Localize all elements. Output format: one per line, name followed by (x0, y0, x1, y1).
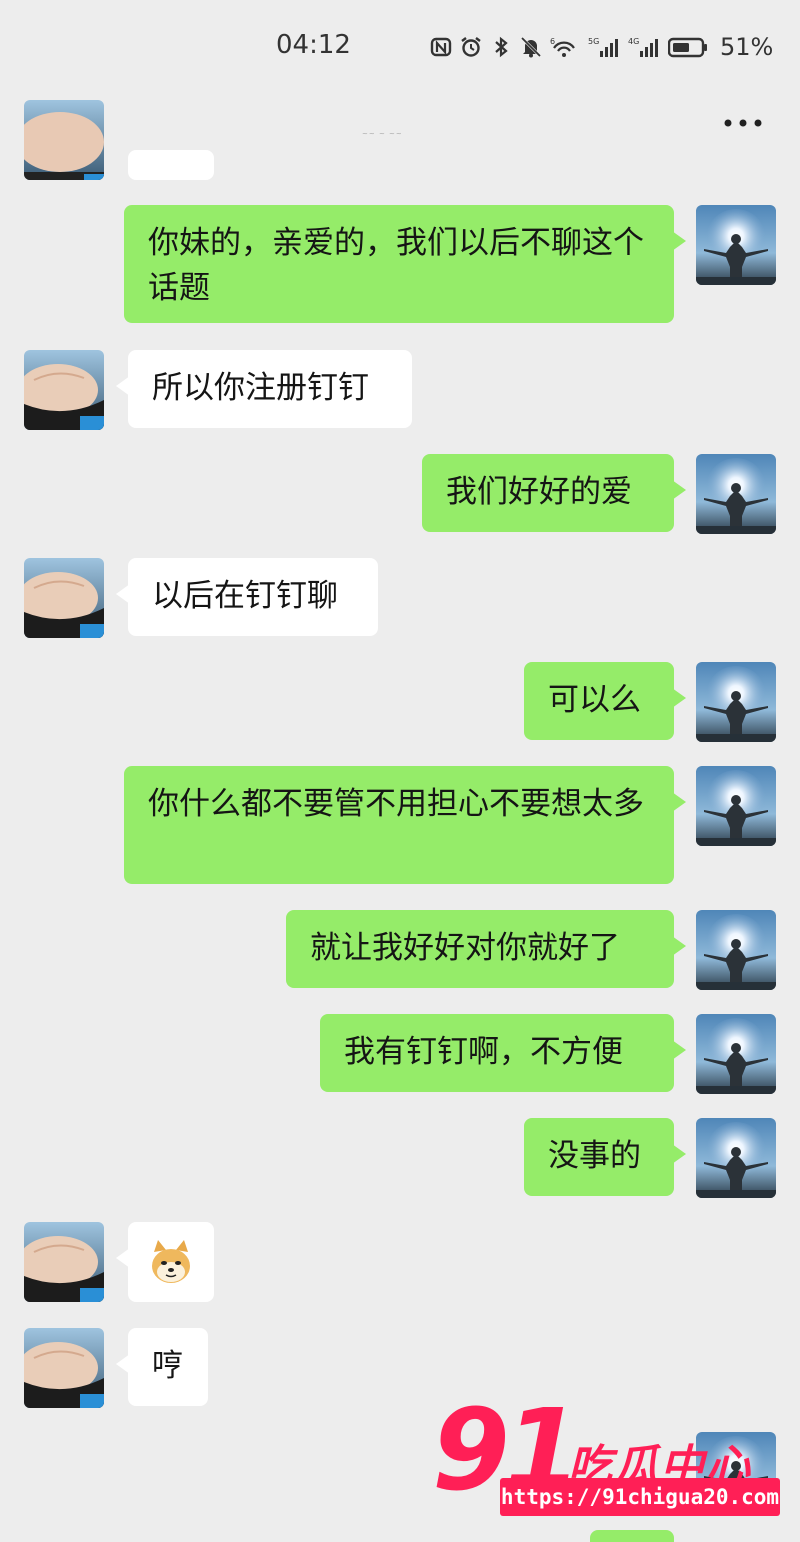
status-bar: 04:12 6 5G 4G 51% (0, 0, 800, 92)
message-bubble-sent: 没事的 (524, 1118, 686, 1196)
message-text: 你妹的，亲爱的，我们以后不聊这个话题 (148, 225, 644, 306)
message-bubble-sent: 就让我好好对你就好了 (286, 910, 686, 988)
message-bubble-sent: 我们好好的爱 (422, 454, 686, 532)
signal-5g-icon: 5G (588, 36, 620, 58)
avatar-self[interactable] (696, 205, 776, 285)
message-text: 可以么 (548, 682, 641, 718)
wifi-icon: 6 (550, 36, 580, 58)
nfc-icon (430, 36, 452, 58)
avatar-contact[interactable] (24, 558, 104, 638)
message-bubble-received: 哼 (116, 1328, 208, 1406)
avatar-contact[interactable] (24, 350, 104, 430)
watermark-url: https://91chigua20.com (500, 1478, 780, 1516)
avatar-contact[interactable] (24, 1328, 104, 1408)
avatar-contact[interactable] (24, 1222, 104, 1302)
more-button[interactable] (718, 108, 768, 138)
mute-bell-icon (520, 36, 542, 58)
avatar-contact[interactable] (24, 100, 104, 180)
message-text: 以后在钉钉聊 (152, 578, 338, 614)
battery-percent: 51% (720, 33, 774, 61)
svg-text:6: 6 (550, 37, 555, 46)
message-text: 没事的 (548, 1138, 641, 1174)
message-text: 我有钉钉啊，不方便 (344, 1034, 623, 1070)
svg-text:4G: 4G (628, 37, 639, 46)
message-bubble-sent: 你妹的，亲爱的，我们以后不聊这个话题 (124, 205, 686, 323)
message-text: 就让我好好对你就好了 (310, 930, 620, 966)
signal-4g-icon: 4G (628, 36, 660, 58)
message-bubble-received: 以后在钉钉聊 (116, 558, 378, 636)
watermark: 91 吃瓜中心 https://91chigua20.com (430, 1386, 790, 1542)
doge-emoji-icon (152, 1240, 190, 1283)
message-bubble-sent: 可以么 (524, 662, 686, 740)
message-text: 你什么都不要管不用担心不要想太多 (148, 786, 644, 822)
avatar-self[interactable] (696, 1118, 776, 1198)
chat-title: ~~ ~ ~~ (362, 130, 403, 138)
battery-icon (668, 36, 708, 58)
message-bubble-received (116, 1222, 214, 1302)
avatar-self[interactable] (696, 454, 776, 534)
message-bubble-received: 所以你注册钉钉 (116, 350, 412, 428)
avatar-self[interactable] (696, 766, 776, 846)
status-icons: 6 5G 4G 51% (430, 32, 773, 62)
message-text: 我们好好的爱 (446, 474, 632, 510)
message-text: 哼 (152, 1348, 183, 1384)
bluetooth-icon (490, 36, 512, 58)
avatar-self[interactable] (696, 1014, 776, 1094)
message-text: 所以你注册钉钉 (152, 370, 369, 406)
status-time: 04:12 (276, 30, 351, 60)
chat-header: ~~ ~ ~~ (0, 92, 800, 162)
avatar-self[interactable] (696, 662, 776, 742)
message-partial (128, 150, 214, 180)
alarm-icon (460, 36, 482, 58)
message-bubble-sent: 你什么都不要管不用担心不要想太多 (124, 766, 686, 884)
avatar-self[interactable] (696, 910, 776, 990)
net1-label: 5G (588, 37, 599, 46)
message-bubble-sent: 我有钉钉啊，不方便 (320, 1014, 686, 1092)
more-dots-icon (724, 119, 762, 127)
